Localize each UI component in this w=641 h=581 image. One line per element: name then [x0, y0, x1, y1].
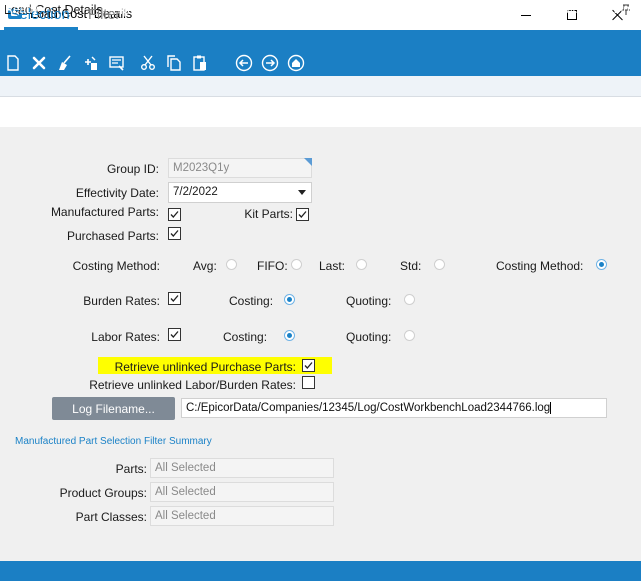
product-groups-field: All Selected: [150, 482, 334, 502]
summary-title: Manufactured Part Selection Filter Summa…: [15, 436, 212, 447]
burden-quoting-label: Quoting:: [346, 294, 392, 308]
part-classes-value: All Selected: [155, 510, 216, 522]
costing-method-radio[interactable]: [596, 259, 607, 270]
new-icon[interactable]: [3, 53, 23, 73]
manufactured-parts-label: Manufactured Parts:: [50, 205, 159, 219]
burden-rates-label: Burden Rates:: [83, 294, 160, 308]
costing-method-option-label: Costing Method:: [496, 259, 584, 273]
effectivity-date-value: 7/2/2022: [173, 186, 218, 198]
menu-bar: [0, 30, 641, 50]
costing-std-label: Std:: [400, 259, 422, 273]
burden-costing-radio[interactable]: [284, 294, 295, 305]
print-preview-icon[interactable]: [107, 53, 127, 73]
forward-icon[interactable]: [260, 53, 280, 73]
retrieve-labor-checkbox[interactable]: [302, 376, 315, 389]
corner-marker-icon: [304, 158, 312, 166]
parts-value: All Selected: [155, 462, 216, 474]
toolbar: [0, 50, 641, 76]
company-name: TICO Manufacturing: [532, 4, 636, 16]
effectivity-date-label: Effectivity Date:: [75, 186, 159, 200]
status-bar: [0, 561, 641, 581]
costing-fifo-radio[interactable]: [291, 259, 302, 270]
retrieve-purchase-checkbox[interactable]: [302, 359, 315, 372]
costing-avg-radio[interactable]: [226, 259, 237, 270]
manufactured-parts-checkbox[interactable]: [168, 208, 181, 221]
labor-rates-checkbox[interactable]: [168, 328, 181, 341]
burden-quoting-radio[interactable]: [404, 294, 415, 305]
costing-fifo-label: FIFO:: [257, 259, 288, 273]
tab-strip: [0, 97, 641, 127]
costing-std-radio[interactable]: [434, 259, 445, 270]
attach-icon[interactable]: [81, 53, 101, 73]
effectivity-date-field[interactable]: 7/2/2022: [168, 182, 312, 203]
labor-costing-label: Costing:: [223, 330, 268, 344]
group-id-value: M2023Q1y: [173, 162, 230, 174]
labor-quoting-radio[interactable]: [404, 330, 415, 341]
copy-icon[interactable]: [164, 53, 184, 73]
cut-icon[interactable]: [138, 53, 158, 73]
log-filename-value: C:/EpicorData/Companies/12345/Log/CostWo…: [186, 402, 551, 415]
product-groups-label: Product Groups:: [59, 486, 147, 500]
kit-parts-label: Kit Parts:: [244, 207, 293, 221]
log-filename-button[interactable]: Log Filename...: [52, 397, 175, 420]
delete-icon[interactable]: [29, 53, 49, 73]
clear-icon[interactable]: [55, 53, 75, 73]
labor-quoting-label: Quoting:: [346, 330, 392, 344]
paste-icon[interactable]: [190, 53, 210, 73]
purchased-parts-checkbox[interactable]: [168, 227, 181, 240]
tab-selection-indicator: [4, 27, 78, 30]
retrieve-labor-label: Retrieve unlinked Labor/Burden Rates:: [89, 378, 296, 392]
kit-parts-checkbox[interactable]: [296, 208, 309, 221]
group-id-label: Group ID:: [106, 162, 159, 176]
part-classes-label: Part Classes:: [75, 510, 147, 524]
costing-avg-label: Avg:: [193, 259, 217, 273]
parts-label: Parts:: [115, 462, 147, 476]
text-cursor: [550, 402, 552, 414]
product-groups-value: All Selected: [155, 486, 216, 498]
home-icon[interactable]: [286, 53, 306, 73]
retrieve-purchase-label: Retrieve unlinked Purchase Parts:: [114, 360, 296, 374]
burden-costing-label: Costing:: [229, 294, 274, 308]
panel-header: [0, 76, 641, 97]
chevron-down-icon[interactable]: [298, 190, 306, 195]
group-id-field[interactable]: M2023Q1y: [168, 158, 312, 178]
log-filename-field[interactable]: C:/EpicorData/Companies/12345/Log/CostWo…: [181, 398, 607, 418]
costing-method-label: Costing Method:: [72, 259, 160, 273]
burden-rates-checkbox[interactable]: [168, 292, 181, 305]
back-icon[interactable]: [234, 53, 254, 73]
costing-last-label: Last:: [319, 259, 346, 273]
costing-last-radio[interactable]: [356, 259, 367, 270]
part-classes-field: All Selected: [150, 506, 334, 526]
status-text: Ready: [5, 4, 39, 16]
tab-filter[interactable]: Filter: [88, 7, 120, 23]
parts-field: All Selected: [150, 458, 334, 478]
labor-costing-radio[interactable]: [284, 330, 295, 341]
purchased-parts-label: Purchased Parts:: [66, 229, 159, 243]
labor-rates-label: Labor Rates:: [91, 330, 160, 344]
